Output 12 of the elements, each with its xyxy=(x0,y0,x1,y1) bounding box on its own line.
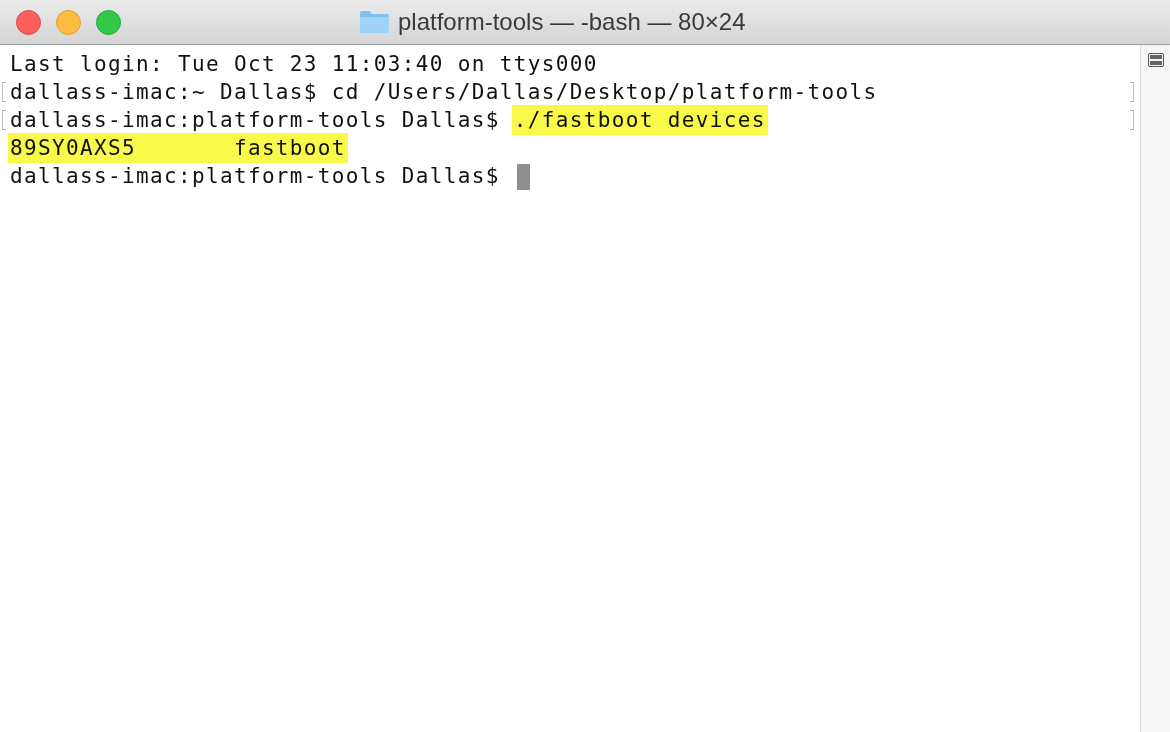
close-button[interactable] xyxy=(16,9,41,35)
terminal-text: dallass-imac:platform-tools Dallas$ xyxy=(10,164,501,188)
minimize-button[interactable] xyxy=(56,9,81,35)
zoom-button[interactable] xyxy=(96,9,121,35)
highlighted-text: ./fastboot devices xyxy=(511,105,768,135)
highlighted-text: 89SY0AXS5 fastboot xyxy=(8,133,348,163)
split-pane-icon[interactable] xyxy=(1147,53,1164,67)
window-title: platform-tools — -bash — 80×24 xyxy=(398,8,746,36)
terminal-text: dallass-imac:~ Dallas$ cd /Users/Dallas/Desktop/platform-tools xyxy=(10,80,878,104)
terminal-text: Last login: Tue Oct 23 11:03:40 on ttys000 xyxy=(10,52,598,76)
terminal-text: dallass-imac:platform-tools Dallas$ xyxy=(10,108,501,132)
folder-icon xyxy=(359,10,390,34)
